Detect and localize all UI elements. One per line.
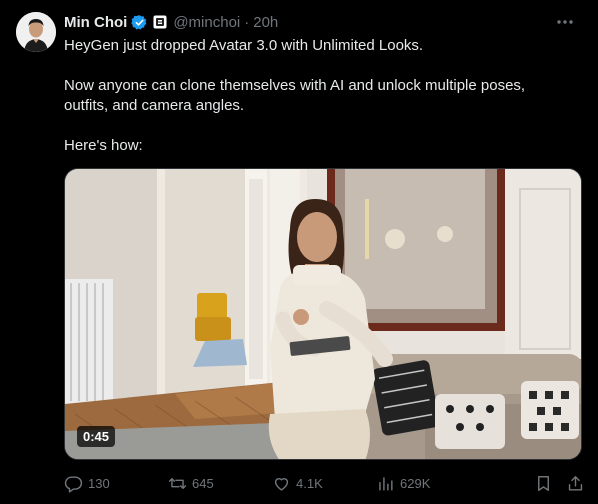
share-icon — [568, 475, 583, 491]
bookmark-icon — [538, 475, 549, 491]
reply-button[interactable]: 130 — [64, 474, 110, 493]
tweet-text: HeyGen just dropped Avatar 3.0 with Unli… — [64, 36, 564, 156]
repost-icon — [168, 477, 187, 489]
views-icon — [379, 476, 393, 491]
reply-count: 130 — [88, 475, 110, 491]
action-bar: 130 645 4.1K 629K — [64, 472, 585, 494]
tweet-paragraph-1: HeyGen just dropped Avatar 3.0 with Unli… — [64, 37, 424, 54]
tweet-paragraph-3: Here's how: — [64, 137, 143, 154]
heart-icon — [274, 477, 289, 491]
view-count: 629K — [400, 475, 431, 491]
repost-count: 645 — [192, 475, 214, 491]
video-frame — [65, 169, 581, 459]
separator-dot: · — [244, 13, 250, 31]
video-player[interactable]: 0:45 — [64, 168, 582, 460]
repost-button[interactable]: 645 — [168, 474, 214, 493]
tweet[interactable]: Min Choi @minchoi · 20h HeyGen just drop… — [0, 0, 598, 504]
tweet-header: Min Choi @minchoi · 20h — [64, 12, 584, 32]
bookmark-button[interactable] — [534, 474, 553, 493]
more-icon[interactable] — [552, 12, 578, 32]
reply-icon — [64, 475, 83, 493]
timestamp[interactable]: 20h — [253, 14, 278, 31]
like-count: 4.1K — [296, 475, 323, 491]
verified-badge-icon — [131, 14, 148, 31]
views-button[interactable]: 629K — [376, 474, 430, 493]
tweet-paragraph-2: Now anyone can clone themselves with AI … — [64, 77, 526, 114]
author-name[interactable]: Min Choi — [64, 14, 127, 31]
author-handle[interactable]: @minchoi — [173, 14, 240, 31]
video-duration: 0:45 — [77, 426, 116, 447]
share-button[interactable] — [566, 474, 585, 493]
avatar[interactable] — [16, 12, 56, 52]
like-button[interactable]: 4.1K — [272, 474, 323, 493]
affiliate-badge-icon[interactable] — [153, 15, 167, 29]
